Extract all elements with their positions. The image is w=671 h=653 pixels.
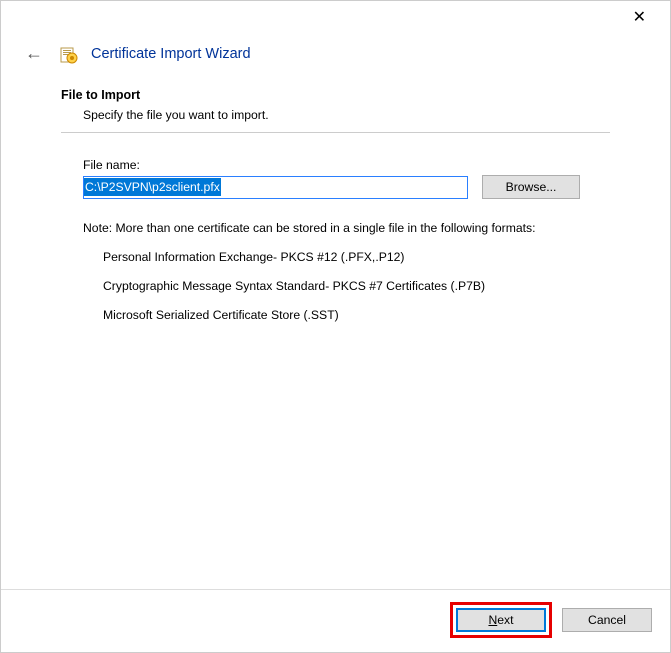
header: ← Certificate Import Wizard bbox=[1, 33, 670, 78]
titlebar: ✕ bbox=[1, 1, 670, 33]
file-field: File name: C:\P2SVPN\p2sclient.pfx Brows… bbox=[61, 158, 610, 199]
format-sst: Microsoft Serialized Certificate Store (… bbox=[61, 293, 610, 322]
note-text: Note: More than one certificate can be s… bbox=[61, 199, 610, 235]
button-bar: Next Cancel bbox=[1, 589, 670, 652]
wizard-window: ✕ ← Certificate Import Wizard File to Im… bbox=[0, 0, 671, 653]
next-label-rest: ext bbox=[497, 613, 513, 627]
next-mnemonic: N bbox=[488, 613, 497, 627]
cancel-button[interactable]: Cancel bbox=[562, 608, 652, 632]
format-p7b: Cryptographic Message Syntax Standard- P… bbox=[61, 264, 610, 293]
browse-button[interactable]: Browse... bbox=[482, 175, 580, 199]
close-icon[interactable]: ✕ bbox=[623, 3, 656, 31]
file-name-label: File name: bbox=[83, 158, 610, 172]
content: File to Import Specify the file you want… bbox=[1, 78, 670, 589]
divider bbox=[61, 132, 610, 133]
file-name-input[interactable]: C:\P2SVPN\p2sclient.pfx bbox=[83, 176, 468, 199]
wizard-title: Certificate Import Wizard bbox=[91, 46, 251, 62]
section-desc: Specify the file you want to import. bbox=[61, 102, 610, 132]
next-highlight-box: Next bbox=[450, 602, 552, 638]
back-icon[interactable]: ← bbox=[21, 41, 47, 66]
format-pfx: Personal Information Exchange- PKCS #12 … bbox=[61, 235, 610, 264]
section-title: File to Import bbox=[61, 88, 610, 102]
file-name-value: C:\P2SVPN\p2sclient.pfx bbox=[84, 178, 221, 196]
next-button[interactable]: Next bbox=[456, 608, 546, 632]
certificate-icon bbox=[59, 44, 79, 64]
